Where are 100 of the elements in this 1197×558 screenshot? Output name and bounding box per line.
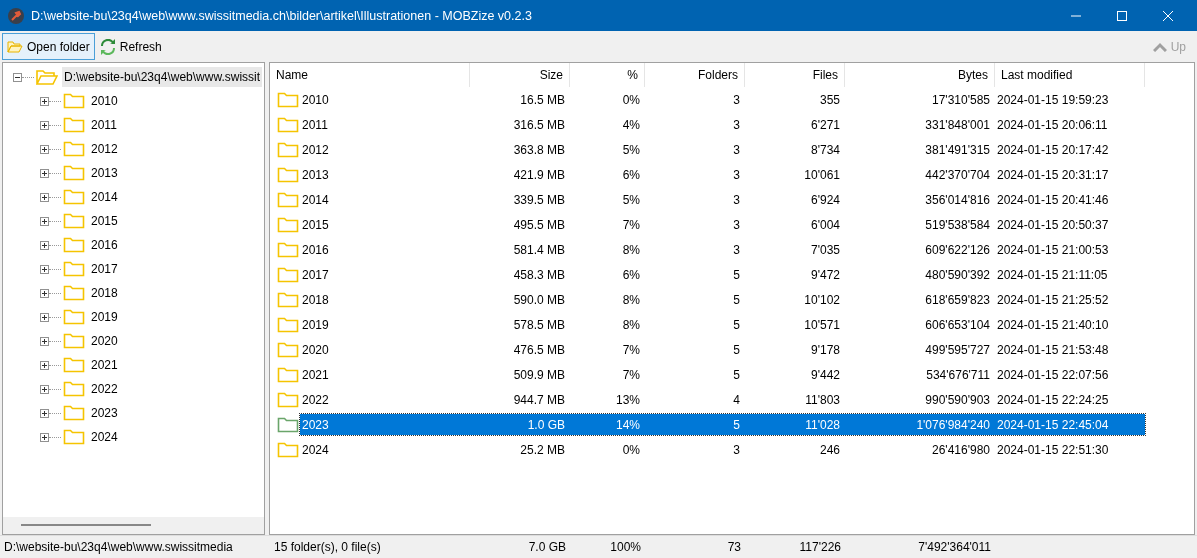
table-row[interactable]: 2024 25.2 MB 0% 3 246 26'416'980 2024-01-15 22:51:30 [300,439,1145,460]
expand-icon[interactable] [40,264,49,274]
tree-item[interactable]: 2014 [89,187,120,207]
table-row[interactable]: 2019 578.5 MB 8% 5 10'571 606'653'104 2024-01-15 21:40:10 [300,314,1145,335]
expand-icon[interactable] [40,432,49,442]
table-cell-text: 5 [732,367,741,382]
expand-icon[interactable] [40,144,49,154]
scrollbar-thumb[interactable] [21,524,151,526]
folder-icon [277,116,299,133]
table-row[interactable]: 2022 944.7 MB 13% 4 11'803 990'590'903 2024-01-15 22:24:25 [300,389,1145,410]
expand-icon[interactable] [40,168,49,178]
folder-icon [277,341,299,358]
maximize-icon[interactable] [1116,9,1128,22]
folder-icon [63,357,85,373]
window-title: D:\website-bu\23q4\web\www.swissitmedia.ch\bilder\artikel\Illustrationen - MOBZize v0.2.3 [31,8,532,23]
table-row[interactable]: 2012 363.8 MB 5% 3 8'734 381'491'315 2024-01-15 20:17:42 [300,139,1145,160]
expand-icon[interactable] [40,408,49,418]
expand-icon[interactable] [40,96,49,106]
table-cell-text: 2023 [301,417,330,432]
column-header[interactable]: Bytes [845,63,995,87]
table-row[interactable]: 2020 476.5 MB 7% 5 9'178 499'595'727 2024-01-15 21:53:48 [300,339,1145,360]
table-row[interactable]: 2014 339.5 MB 5% 3 6'924 356'014'816 2024-01-15 20:41:46 [300,189,1145,210]
table-cell-text: 10'061 [803,167,841,182]
table-row[interactable]: 2023 1.0 GB 14% 5 11'028 1'076'984'240 2024-01-15 22:45:04 [300,414,1145,435]
table-cell-text: 331'848'001 [924,117,991,132]
expand-icon[interactable] [40,216,49,226]
table-cell-text: 2024-01-15 21:40:10 [996,317,1110,332]
collapse-icon[interactable] [13,72,22,82]
close-icon[interactable] [1162,9,1174,22]
column-header[interactable]: Size [470,63,570,87]
table-cell-text: 1'076'984'240 [915,417,991,432]
table-cell-text: 0% [621,442,641,457]
tree-item[interactable]: 2020 [89,331,120,351]
table-row[interactable]: 2011 316.5 MB 4% 3 6'271 331'848'001 2024-01-15 20:06:11 [300,114,1145,135]
table-cell-text: 2021 [301,367,330,382]
table-cell-text: 246 [818,442,841,457]
table-cell-text: 1.0 GB [526,417,566,432]
folder-icon [63,237,85,253]
table-cell-text: 609'622'126 [924,242,991,257]
open-folder-button[interactable]: Open folder [2,33,95,60]
column-header[interactable]: Last modified [995,63,1145,87]
column-header[interactable]: Files [745,63,845,87]
folder-icon [277,166,299,183]
folder-icon [277,441,299,458]
table-row[interactable]: 2021 509.9 MB 7% 5 9'442 534'676'711 2024-01-15 22:07:56 [300,364,1145,385]
table-row[interactable]: 2016 581.4 MB 8% 3 7'035 609'622'126 2024-01-15 21:00:53 [300,239,1145,260]
expand-icon[interactable] [40,312,49,322]
folder-icon [63,261,85,277]
tree-item[interactable]: 2017 [89,259,120,279]
table-cell-text: 381'491'315 [924,142,991,157]
tree-item[interactable]: 2021 [89,355,120,375]
folder-icon [277,416,299,433]
table-cell-text: 4% [621,117,641,132]
tree-item[interactable]: 2019 [89,307,120,327]
column-header[interactable]: % [570,63,645,87]
table-cell-text: 458.3 MB [512,267,566,282]
table-cell-text: 3 [732,92,741,107]
column-header[interactable]: Folders [645,63,745,87]
table-cell-text: 4 [732,392,741,407]
table-cell-text: 8'734 [810,142,841,157]
table-cell-text: 16.5 MB [519,92,566,107]
tree-item[interactable]: 2012 [89,139,120,159]
table-cell-text: 534'676'711 [925,367,991,382]
expand-icon[interactable] [40,336,49,346]
table-cell-text: 618'659'823 [924,292,991,307]
table-cell-text: 480'590'392 [924,267,991,282]
refresh-button[interactable]: Refresh [94,33,167,60]
table-cell-text: 11'803 [804,392,841,407]
tree-item[interactable]: 2022 [89,379,120,399]
table-row[interactable]: 2018 590.0 MB 8% 5 10'102 618'659'823 2024-01-15 21:25:52 [300,289,1145,310]
tree-item[interactable]: 2023 [89,403,120,423]
table-row[interactable]: 2010 16.5 MB 0% 3 355 17'310'585 2024-01-15 19:59:23 [300,89,1145,110]
table-row[interactable]: 2015 495.5 MB 7% 3 6'004 519'538'584 2024-01-15 20:50:37 [300,214,1145,235]
expand-icon[interactable] [40,360,49,370]
expand-icon[interactable] [40,288,49,298]
table-cell-text: 8% [621,292,641,307]
column-header[interactable]: Name [270,63,470,87]
tree-item[interactable]: 2018 [89,283,120,303]
tree-item[interactable]: 2011 [89,115,119,135]
table-row[interactable]: 2013 421.9 MB 6% 3 10'061 442'370'704 2024-01-15 20:31:17 [300,164,1145,185]
table-cell-text: 7% [621,367,641,382]
status-text: 7'492'364'011 [917,540,992,554]
table-cell-text: 2013 [301,167,330,182]
expand-icon[interactable] [40,240,49,250]
status-text: 7.0 GB [527,540,567,554]
table-cell-text: 421.9 MB [512,167,566,182]
folder-icon [63,213,85,229]
tree-item[interactable]: 2013 [89,163,120,183]
table-row[interactable]: 2017 458.3 MB 6% 5 9'472 480'590'392 2024-01-15 21:11:05 [300,264,1145,285]
tree-item[interactable]: 2015 [89,211,120,231]
tree-item[interactable]: 2010 [89,91,120,111]
table-cell-text: 2011 [301,117,329,132]
tree-item[interactable]: D:\website-bu\23q4\web\www.swissit [62,67,263,87]
expand-icon[interactable] [40,120,49,130]
expand-icon[interactable] [40,384,49,394]
tree-item[interactable]: 2016 [89,235,120,255]
tree-item[interactable]: 2024 [89,427,120,447]
folder-icon [277,141,299,158]
expand-icon[interactable] [40,192,49,202]
folder-icon [277,91,299,108]
